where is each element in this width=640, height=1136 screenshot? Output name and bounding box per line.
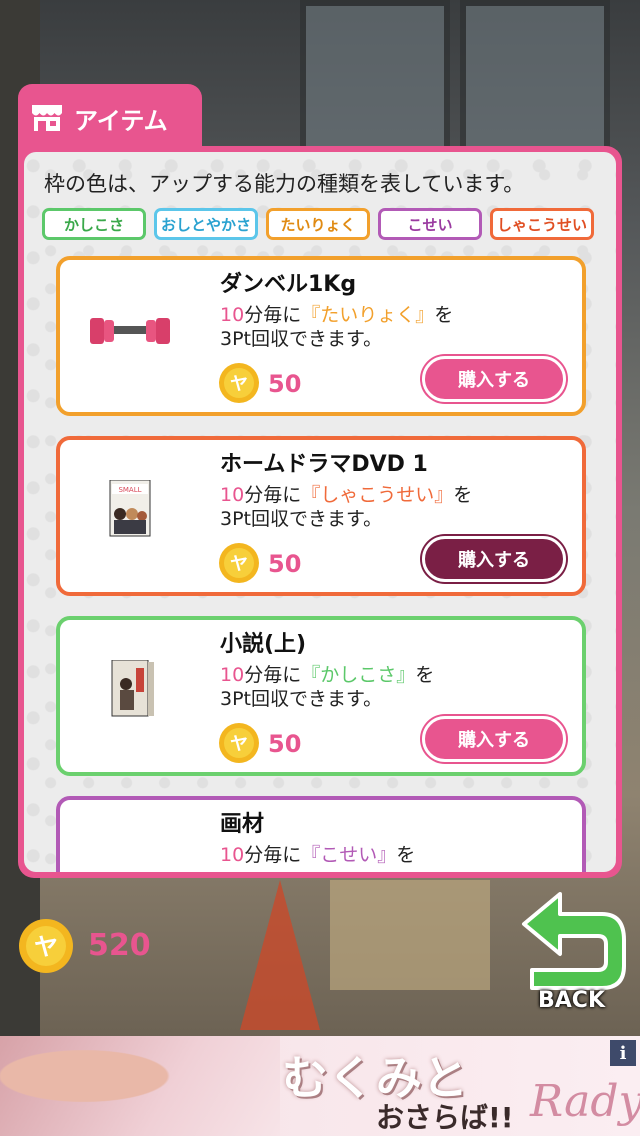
item-panel: 枠の色は、アップする能力の種類を表しています。 かしこさ おしとやかさ たいりょ…: [18, 146, 622, 878]
ability-tags: かしこさ おしとやかさ たいりょく こせい しゃこうせい: [42, 208, 594, 240]
coin-icon: ヤ: [219, 723, 259, 763]
item-price: 50: [268, 370, 302, 398]
book-icon: [111, 660, 154, 717]
buy-button[interactable]: 購入する: [422, 536, 566, 582]
item-name: ホームドラマDVD 1: [220, 452, 428, 477]
ad-model-image: [0, 1036, 280, 1136]
ad-banner[interactable]: むくみと おさらば!! Rady i: [0, 1036, 640, 1136]
list-item: 小説(上) 10分毎に『かしこさ』を 3Pt回収できます。 ヤ 50 購入する: [56, 616, 586, 776]
description-text: 枠の色は、アップする能力の種類を表しています。: [44, 172, 525, 196]
list-item: 画材 10分毎に『こせい』を: [56, 796, 586, 872]
dvd-icon: SMALL: [109, 480, 151, 537]
tag-tairyoku: たいりょく: [266, 208, 370, 240]
coin-icon: ヤ: [19, 919, 73, 973]
item-list[interactable]: ダンベル1Kg 10分毎に『たいりょく』を 3Pt回収できます。 ヤ 50 購入…: [56, 256, 586, 872]
svg-text:ヤ: ヤ: [34, 933, 58, 961]
svg-text:ヤ: ヤ: [230, 374, 248, 395]
item-price: 50: [268, 550, 302, 578]
item-name: 画材: [220, 812, 265, 837]
item-name: 小説(上): [220, 632, 307, 657]
svg-text:ヤ: ヤ: [230, 554, 248, 575]
tag-shakousei: しゃこうせい: [490, 208, 594, 240]
buy-button[interactable]: 購入する: [422, 356, 566, 402]
tag-kashikosa: かしこさ: [42, 208, 146, 240]
item-price: 50: [268, 730, 302, 758]
coin-icon: ヤ: [219, 363, 259, 403]
tag-oshitoyakasa: おしとやかさ: [154, 208, 258, 240]
ad-brand: Rady: [530, 1076, 640, 1127]
art-supplies-icon: [82, 840, 178, 872]
list-item: SMALL ホームドラマDVD 1 10分毎に『しゃこうせい』を 3Pt回収でき…: [56, 436, 586, 596]
ad-subline: おさらば!!: [376, 1101, 514, 1134]
list-item: ダンベル1Kg 10分毎に『たいりょく』を 3Pt回収できます。 ヤ 50 購入…: [56, 256, 586, 416]
items-tab: アイテム: [18, 84, 202, 152]
tag-kosei: こせい: [378, 208, 482, 240]
item-name: ダンベル1Kg: [220, 272, 357, 297]
dumbbell-icon: [90, 318, 170, 344]
coin-balance: 520: [88, 928, 151, 963]
shop-icon: [32, 105, 62, 131]
svg-text:ヤ: ヤ: [230, 734, 248, 755]
coin-icon: ヤ: [219, 543, 259, 583]
svg-text:SMALL: SMALL: [118, 486, 141, 494]
back-button[interactable]: BACK: [538, 988, 605, 1013]
buy-button[interactable]: 購入する: [422, 716, 566, 762]
tab-title: アイテム: [74, 106, 168, 135]
ad-info-icon[interactable]: i: [610, 1040, 636, 1066]
